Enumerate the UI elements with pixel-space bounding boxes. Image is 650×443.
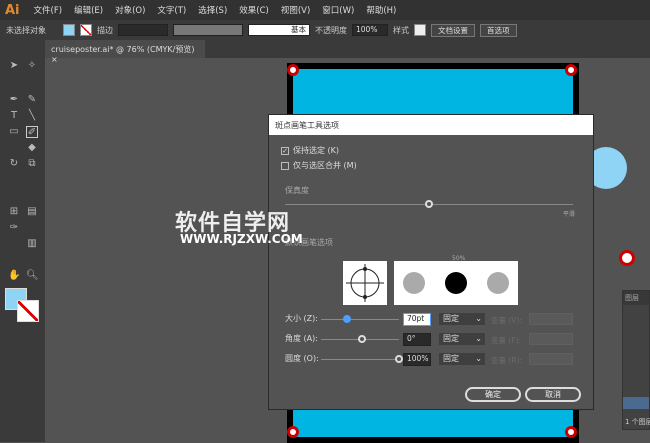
row-value-field[interactable]: 70pt — [403, 313, 431, 326]
fidelity-label: 保真度 — [285, 186, 309, 195]
fill-swatch[interactable] — [63, 24, 75, 36]
opacity-label: 不透明度 — [315, 25, 347, 35]
preferences-button[interactable]: 首选项 — [480, 23, 517, 37]
app-logo: Ai — [5, 2, 20, 18]
row-slider[interactable] — [343, 315, 352, 323]
brush-angle-preview — [343, 261, 387, 305]
chevron-down-icon: ⌄ — [475, 354, 482, 363]
scale-tool-icon[interactable]: ⧉ — [26, 158, 38, 170]
row-value-field[interactable]: 0° — [403, 333, 431, 346]
row-mode-dropdown[interactable]: 固定 ⌄ — [439, 333, 485, 345]
hand-tool-icon[interactable]: ✋ — [8, 270, 20, 282]
row-slider[interactable] — [395, 355, 403, 363]
menu-help[interactable]: 帮助(H) — [360, 4, 402, 16]
document-tab-bar: cruiseposter.ai* @ 76% (CMYK/预览) × — [45, 40, 650, 64]
brush-style-field[interactable]: 基本 — [248, 24, 310, 36]
ok-button[interactable]: 确定 — [465, 387, 521, 402]
menu-file[interactable]: 文件(F) — [28, 4, 69, 16]
row-mode-dropdown[interactable]: 固定 ⌄ — [439, 313, 485, 325]
lifebuoy-icon — [565, 426, 577, 438]
line-tool-icon[interactable]: ╲ — [26, 110, 38, 122]
row-slider-track — [321, 319, 399, 320]
lifebuoy-icon — [565, 64, 577, 76]
row-variation-label: 变量 (V): — [491, 316, 522, 325]
dialog-title: 斑点画笔工具选项 — [269, 115, 593, 135]
row-mode-dropdown[interactable]: 固定 ⌄ — [439, 353, 485, 365]
merge-only-checkbox[interactable]: 仅与选区合并 (M) — [281, 160, 357, 171]
blob-brush-options-dialog: 斑点画笔工具选项 ✓ 保持选定 (K) 仅与选区合并 (M) 保真度 平滑 默认画… — [268, 114, 594, 410]
variable-width-field[interactable] — [173, 24, 243, 36]
eyedropper-tool-icon[interactable]: ✑ — [8, 222, 20, 234]
pencil-tool-icon[interactable]: ✎ — [26, 94, 38, 106]
row-variation-label: 变量 (F): — [491, 336, 522, 345]
menu-effect[interactable]: 效果(C) — [233, 4, 275, 16]
menu-bar: Ai 文件(F) 编辑(E) 对象(O) 文字(T) 选择(S) 效果(C) 视… — [0, 0, 650, 20]
brush-dots-icon — [403, 272, 509, 294]
lifebuoy-icon — [287, 426, 299, 438]
stroke-color-box[interactable] — [17, 300, 39, 322]
row-label: 大小 (Z): — [285, 314, 318, 323]
style-swatch[interactable] — [414, 24, 426, 36]
checkbox-unchecked-icon — [281, 161, 289, 170]
layers-title: 图层 — [623, 291, 649, 305]
row-label: 角度 (A): — [285, 334, 318, 343]
mesh-tool-icon[interactable]: ⊞ — [8, 206, 20, 218]
tools-panel: ➤ ✧ ✒ ✎ T ╲ ▭ ✐ ◆ ↻ ⧉ ⊞ ▤ ✑ ▥ ✋ 🔍︎ — [0, 40, 45, 442]
stroke-swatch[interactable] — [80, 24, 92, 36]
type-tool-icon[interactable]: T — [8, 110, 20, 122]
zoom-tool-icon[interactable]: 🔍︎ — [26, 270, 39, 282]
style-label: 样式 — [393, 25, 409, 35]
rectangle-tool-icon[interactable]: ▭ — [8, 126, 20, 138]
brush-size-preview — [394, 261, 518, 305]
blob-brush-tool-icon[interactable]: ✐ — [26, 126, 38, 138]
row-variation-label: 变量 (R): — [491, 356, 522, 365]
cancel-button[interactable]: 取消 — [525, 387, 581, 402]
row-value-field[interactable]: 100% — [403, 353, 431, 366]
checkbox-checked-icon: ✓ — [281, 146, 289, 155]
eraser-tool-icon[interactable]: ◆ — [26, 142, 38, 154]
watermark-url: WWW.RJZXW.COM — [180, 232, 303, 246]
chevron-down-icon: ⌄ — [475, 314, 482, 323]
row-variation-field — [529, 333, 573, 345]
lifebuoy-icon — [287, 64, 299, 76]
menu-edit[interactable]: 编辑(E) — [68, 4, 109, 16]
chevron-down-icon: ⌄ — [475, 334, 482, 343]
menu-object[interactable]: 对象(O) — [109, 4, 151, 16]
row-variation-field — [529, 313, 573, 325]
opacity-field[interactable]: 100% — [352, 24, 388, 36]
control-bar: 未选择对象 描边 基本 不透明度 100% 样式 文档设置 首选项 — [0, 20, 650, 40]
menu-view[interactable]: 视图(V) — [275, 4, 316, 16]
pen-tool-icon[interactable]: ✒ — [8, 94, 20, 106]
row-variation-field — [529, 353, 573, 365]
document-settings-button[interactable]: 文档设置 — [431, 23, 475, 37]
menu-type[interactable]: 文字(T) — [151, 4, 192, 16]
row-slider-track — [321, 359, 399, 360]
stroke-weight-field[interactable] — [118, 24, 168, 36]
menu-window[interactable]: 窗口(W) — [316, 4, 360, 16]
menu-select[interactable]: 选择(S) — [192, 4, 233, 16]
graph-tool-icon[interactable]: ▥ — [26, 238, 38, 250]
close-tab-icon[interactable]: × — [51, 55, 58, 64]
fidelity-smooth-label: 平滑 — [563, 211, 576, 218]
stroke-label: 描边 — [97, 25, 113, 35]
direct-selection-tool-icon[interactable]: ✧ — [26, 60, 38, 72]
selection-status: 未选择对象 — [6, 25, 46, 35]
brush-shape-icon — [346, 264, 384, 302]
keep-selected-checkbox[interactable]: ✓ 保持选定 (K) — [281, 145, 339, 156]
layers-footer: 1 个图层 — [625, 418, 650, 426]
row-label: 圆度 (O): — [285, 354, 319, 363]
fidelity-slider[interactable] — [425, 200, 433, 208]
selection-tool-icon[interactable]: ➤ — [8, 60, 20, 72]
document-tab[interactable]: cruiseposter.ai* @ 76% (CMYK/预览) × — [45, 40, 205, 64]
layer-row-selected[interactable] — [623, 397, 649, 409]
gradient-tool-icon[interactable]: ▤ — [26, 206, 38, 218]
layers-panel: 图层 1 个图层 — [622, 290, 650, 430]
row-slider[interactable] — [358, 335, 366, 343]
lifebuoy-icon — [619, 250, 635, 266]
rotate-tool-icon[interactable]: ↻ — [8, 158, 20, 170]
